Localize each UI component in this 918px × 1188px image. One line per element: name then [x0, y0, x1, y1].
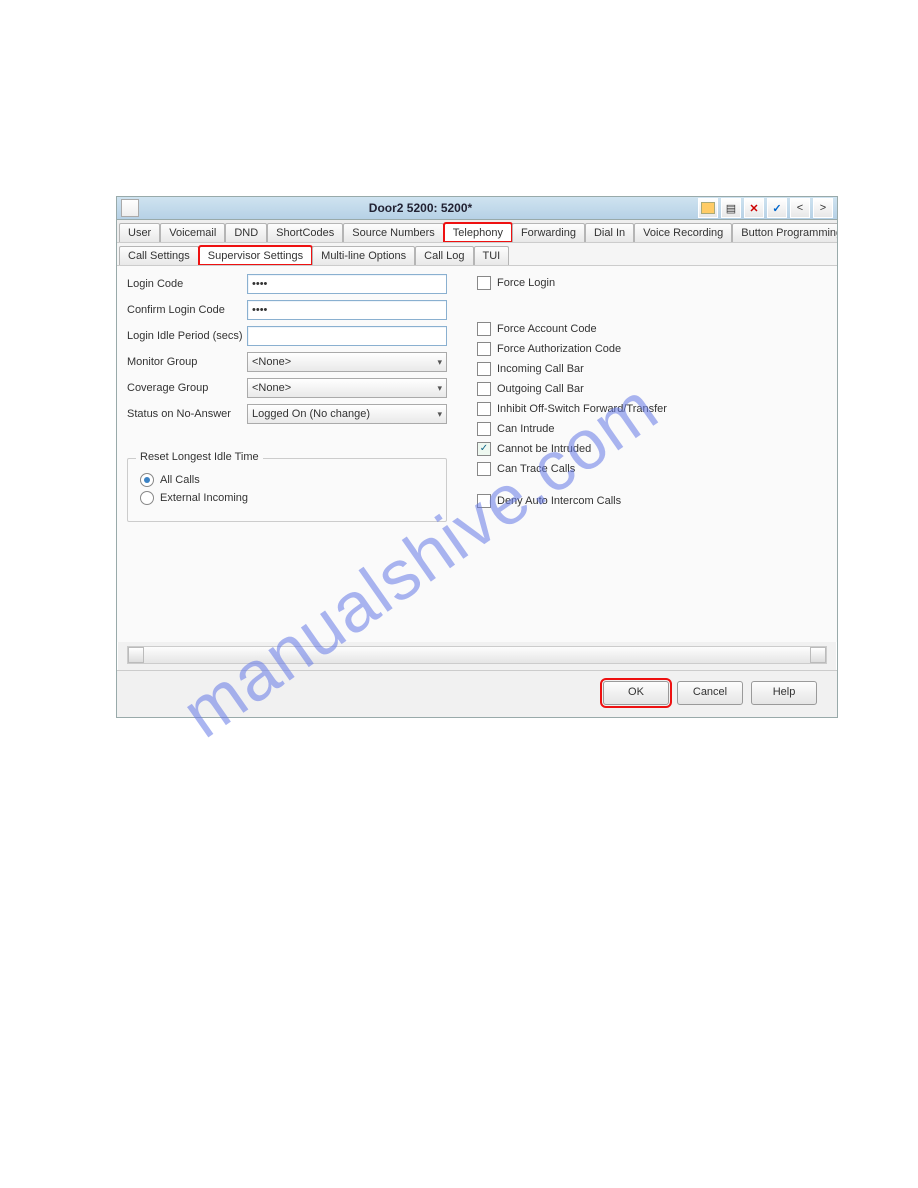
- tab-shortcodes[interactable]: ShortCodes: [267, 223, 343, 242]
- open-icon[interactable]: [698, 198, 718, 218]
- subtab-tui[interactable]: TUI: [474, 246, 510, 265]
- force-account-code-checkbox[interactable]: [477, 322, 491, 336]
- incoming-call-bar-checkbox[interactable]: [477, 362, 491, 376]
- incoming-call-bar-label: Incoming Call Bar: [497, 363, 584, 375]
- right-column: Force Login Force Account Code Force Aut…: [477, 274, 827, 634]
- tab-telephony[interactable]: Telephony: [444, 223, 512, 242]
- confirm-login-code-row: Confirm Login Code ••••: [127, 300, 447, 320]
- subtab-supervisor-settings[interactable]: Supervisor Settings: [199, 246, 312, 265]
- window-title: Door2 5200: 5200*: [143, 201, 698, 215]
- force-auth-code-label: Force Authorization Code: [497, 343, 621, 355]
- tab-voicemail[interactable]: Voicemail: [160, 223, 225, 242]
- coverage-group-label: Coverage Group: [127, 382, 247, 394]
- can-trace-calls-label: Can Trace Calls: [497, 463, 575, 475]
- monitor-group-row: Monitor Group <None>: [127, 352, 447, 372]
- check-icon[interactable]: ✓: [767, 198, 787, 218]
- titlebar-actions: ▤ ✕ ✓ < >: [698, 198, 837, 218]
- login-idle-input[interactable]: [247, 326, 447, 346]
- tab-dial-in[interactable]: Dial In: [585, 223, 634, 242]
- can-intrude-label: Can Intrude: [497, 423, 554, 435]
- login-idle-row: Login Idle Period (secs): [127, 326, 447, 346]
- radio-external-incoming-label: External Incoming: [160, 492, 248, 504]
- force-auth-code-row[interactable]: Force Authorization Code: [477, 342, 827, 356]
- radio-external-incoming[interactable]: [140, 491, 154, 505]
- help-button[interactable]: Help: [751, 681, 817, 705]
- outgoing-call-bar-row[interactable]: Outgoing Call Bar: [477, 382, 827, 396]
- radio-external-incoming-row[interactable]: External Incoming: [140, 491, 434, 505]
- subtab-call-settings[interactable]: Call Settings: [119, 246, 199, 265]
- monitor-group-select[interactable]: <None>: [247, 352, 447, 372]
- login-idle-label: Login Idle Period (secs): [127, 330, 247, 342]
- incoming-call-bar-row[interactable]: Incoming Call Bar: [477, 362, 827, 376]
- prev-icon[interactable]: <: [790, 198, 810, 218]
- dialog-window: Door2 5200: 5200* ▤ ✕ ✓ < > User Voicema…: [116, 196, 838, 718]
- login-code-label: Login Code: [127, 278, 247, 290]
- outgoing-call-bar-checkbox[interactable]: [477, 382, 491, 396]
- doc-icon[interactable]: ▤: [721, 198, 741, 218]
- horizontal-scrollbar[interactable]: [127, 646, 827, 664]
- tab-button-programming[interactable]: Button Programming: [732, 223, 837, 242]
- login-code-input[interactable]: ••••: [247, 274, 447, 294]
- tab-user[interactable]: User: [119, 223, 160, 242]
- can-intrude-row[interactable]: Can Intrude: [477, 422, 827, 436]
- radio-all-calls-row[interactable]: All Calls: [140, 473, 434, 487]
- tab-forwarding[interactable]: Forwarding: [512, 223, 585, 242]
- monitor-group-label: Monitor Group: [127, 356, 247, 368]
- main-tabs: User Voicemail DND ShortCodes Source Num…: [117, 220, 837, 243]
- confirm-login-code-label: Confirm Login Code: [127, 304, 247, 316]
- button-bar: OK Cancel Help: [117, 670, 837, 717]
- can-intrude-checkbox[interactable]: [477, 422, 491, 436]
- cannot-be-intruded-checkbox[interactable]: [477, 442, 491, 456]
- sub-tabs: Call Settings Supervisor Settings Multi-…: [117, 243, 837, 266]
- radio-all-calls-label: All Calls: [160, 474, 200, 486]
- login-code-row: Login Code ••••: [127, 274, 447, 294]
- status-no-answer-label: Status on No-Answer: [127, 408, 247, 420]
- outgoing-call-bar-label: Outgoing Call Bar: [497, 383, 584, 395]
- status-no-answer-select[interactable]: Logged On (No change): [247, 404, 447, 424]
- subtab-call-log[interactable]: Call Log: [415, 246, 473, 265]
- can-trace-calls-checkbox[interactable]: [477, 462, 491, 476]
- cannot-be-intruded-row[interactable]: Cannot be Intruded: [477, 442, 827, 456]
- coverage-group-row: Coverage Group <None>: [127, 378, 447, 398]
- force-login-label: Force Login: [497, 277, 555, 289]
- cancel-button[interactable]: Cancel: [677, 681, 743, 705]
- cannot-be-intruded-label: Cannot be Intruded: [497, 443, 591, 455]
- tab-dnd[interactable]: DND: [225, 223, 267, 242]
- titlebar: Door2 5200: 5200* ▤ ✕ ✓ < >: [117, 197, 837, 220]
- inhibit-off-switch-label: Inhibit Off-Switch Forward/Transfer: [497, 403, 667, 415]
- deny-auto-intercom-label: Deny Auto Intercom Calls: [497, 495, 621, 507]
- radio-all-calls[interactable]: [140, 473, 154, 487]
- force-auth-code-checkbox[interactable]: [477, 342, 491, 356]
- status-no-answer-row: Status on No-Answer Logged On (No change…: [127, 404, 447, 424]
- inhibit-off-switch-row[interactable]: Inhibit Off-Switch Forward/Transfer: [477, 402, 827, 416]
- close-icon[interactable]: ✕: [744, 198, 764, 218]
- force-login-checkbox[interactable]: [477, 276, 491, 290]
- inhibit-off-switch-checkbox[interactable]: [477, 402, 491, 416]
- subtab-multi-line[interactable]: Multi-line Options: [312, 246, 415, 265]
- tab-source-numbers[interactable]: Source Numbers: [343, 223, 444, 242]
- deny-auto-intercom-row[interactable]: Deny Auto Intercom Calls: [477, 494, 827, 508]
- ok-button[interactable]: OK: [603, 681, 669, 705]
- force-account-code-row[interactable]: Force Account Code: [477, 322, 827, 336]
- can-trace-calls-row[interactable]: Can Trace Calls: [477, 462, 827, 476]
- app-icon: [121, 199, 139, 217]
- reset-idle-title: Reset Longest Idle Time: [136, 451, 263, 463]
- left-column: Login Code •••• Confirm Login Code •••• …: [127, 274, 447, 634]
- force-login-row[interactable]: Force Login: [477, 276, 827, 290]
- confirm-login-code-input[interactable]: ••••: [247, 300, 447, 320]
- reset-idle-group: Reset Longest Idle Time All Calls Extern…: [127, 458, 447, 522]
- force-account-code-label: Force Account Code: [497, 323, 597, 335]
- deny-auto-intercom-checkbox[interactable]: [477, 494, 491, 508]
- tab-voice-recording[interactable]: Voice Recording: [634, 223, 732, 242]
- next-icon[interactable]: >: [813, 198, 833, 218]
- content-area: Login Code •••• Confirm Login Code •••• …: [117, 266, 837, 642]
- coverage-group-select[interactable]: <None>: [247, 378, 447, 398]
